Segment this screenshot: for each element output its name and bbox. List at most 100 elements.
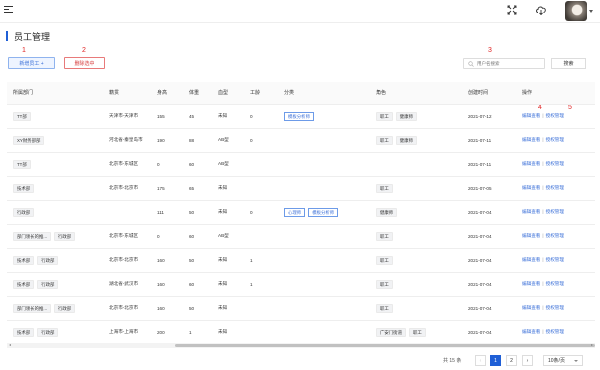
table-row: TT部 天津市-天津市 155 45 未知 0 模板分析师 职工 健康师 2021-07-12 编辑… <box>7 104 595 129</box>
chevron-down-icon[interactable] <box>589 10 593 13</box>
tag: 行政部 <box>13 207 35 217</box>
height-cell: 111 <box>151 200 183 225</box>
category-tag: 心理师 <box>284 207 306 217</box>
op-separator: | <box>542 113 544 118</box>
page-1-button[interactable]: 1 <box>490 355 501 366</box>
fullscreen-icon[interactable] <box>507 5 517 15</box>
edit-view-link[interactable]: 编辑查看 <box>522 161 540 166</box>
dept-cell: 技术部 <box>7 176 103 201</box>
table-row: 部门领长的推... 行政部 北京市-北京市 160 50 未知 职工 2021-07-04 编辑… <box>7 296 595 321</box>
page-size-select[interactable]: 10条/页 <box>543 355 583 366</box>
op-separator: | <box>542 233 544 238</box>
dept-cell: 技术部 行政部 <box>7 248 103 273</box>
edit-view-link[interactable]: 编辑查看 <box>522 257 540 262</box>
category-cell: 模板分析师 <box>278 104 370 129</box>
search-input[interactable] <box>477 61 541 66</box>
scrollbar-thumb[interactable] <box>175 344 595 347</box>
auth-manage-link[interactable]: 授权管理 <box>546 305 564 310</box>
menu-fold-icon[interactable] <box>4 6 13 14</box>
scroll-right-icon[interactable] <box>591 344 593 346</box>
origin-cell: 湖北省-武汉市 <box>103 272 151 297</box>
column-header: 工龄 <box>244 82 278 105</box>
tag: 职工 <box>376 255 393 265</box>
edit-view-link[interactable]: 编辑查看 <box>522 185 540 190</box>
weight-cell: 50 <box>183 200 212 225</box>
work-years-cell <box>244 176 278 201</box>
category-cell <box>278 176 370 201</box>
next-page-button[interactable]: › <box>522 355 533 366</box>
work-years-cell: 0 <box>244 200 278 225</box>
created-time-cell: 2021-07-04 <box>462 296 516 321</box>
tag: 行政部 <box>37 327 59 337</box>
edit-view-link[interactable]: 编辑查看 <box>522 233 540 238</box>
blood-type-cell: 未知 <box>212 272 244 297</box>
op-separator: | <box>542 305 544 310</box>
auth-manage-link[interactable]: 授权管理 <box>546 233 564 238</box>
blood-type-cell: 未知 <box>212 104 244 129</box>
header-divider <box>0 22 600 23</box>
operations-cell: 编辑查看 | 授权管理 <box>516 176 595 201</box>
edit-view-link[interactable]: 编辑查看 <box>522 281 540 286</box>
op-separator: | <box>542 209 544 214</box>
avatar[interactable] <box>565 1 587 21</box>
table-row: 技术部 行政部 上海市-上海市 200 1 未知 广安门街道 职工 2021-07-04 编辑查看… <box>7 320 595 340</box>
blood-type-cell: 未知 <box>212 176 244 201</box>
operations-cell: 编辑查看 | 授权管理 <box>516 200 595 225</box>
category-tag: 模板分析师 <box>284 111 314 121</box>
cloud-download-icon[interactable] <box>535 4 547 16</box>
weight-cell: 1 <box>183 320 212 340</box>
edit-view-link[interactable]: 编辑查看 <box>522 329 540 334</box>
created-time-cell: 2021-07-04 <box>462 248 516 273</box>
search-button[interactable]: 搜索 <box>551 58 586 69</box>
auth-manage-link[interactable]: 授权管理 <box>546 161 564 166</box>
delete-selected-button[interactable]: 删除选中 <box>64 57 105 69</box>
roles-cell: 职工 <box>370 296 462 321</box>
dept-cell: 技术部 行政部 <box>7 272 103 297</box>
auth-manage-link[interactable]: 授权管理 <box>546 137 564 142</box>
auth-manage-link[interactable]: 授权管理 <box>546 113 564 118</box>
dept-cell: XY财务部部 <box>7 128 103 153</box>
auth-manage-link[interactable]: 授权管理 <box>546 185 564 190</box>
weight-cell: 45 <box>183 104 212 129</box>
weight-cell: 88 <box>183 128 212 153</box>
roles-cell <box>370 152 462 177</box>
annotation-2: 2 <box>82 47 86 54</box>
page-2-button[interactable]: 2 <box>506 355 517 366</box>
auth-manage-link[interactable]: 授权管理 <box>546 209 564 214</box>
dept-cell: TT部 <box>7 152 103 177</box>
auth-manage-link[interactable]: 授权管理 <box>546 281 564 286</box>
chevron-down-icon <box>574 360 578 362</box>
op-separator: | <box>542 161 544 166</box>
origin-cell <box>103 200 151 225</box>
scroll-left-icon[interactable] <box>9 344 11 346</box>
dept-cell: 部门领长的推... 行政部 <box>7 224 103 249</box>
edit-view-link[interactable]: 编辑查看 <box>522 113 540 118</box>
created-time-cell: 2021-07-11 <box>462 128 516 153</box>
blood-type-cell: 未知 <box>212 296 244 321</box>
origin-cell: 北京市-东城区 <box>103 224 151 249</box>
column-header: 分类 <box>278 82 370 105</box>
tag: 职工 <box>376 231 393 241</box>
tag: TT部 <box>13 111 31 121</box>
edit-view-link[interactable]: 编辑查看 <box>522 137 540 142</box>
search-box[interactable] <box>463 58 545 69</box>
roles-cell: 职工 健康师 <box>370 104 462 129</box>
auth-manage-link[interactable]: 授权管理 <box>546 329 564 334</box>
prev-page-button[interactable]: ‹ <box>475 355 486 366</box>
work-years-cell <box>244 224 278 249</box>
table-row: 技术部 北京市-北京市 175 65 未知 职工 2021-07-05 编辑查看 | 授权管理 <box>7 176 595 201</box>
edit-view-link[interactable]: 编辑查看 <box>522 305 540 310</box>
category-cell <box>278 128 370 153</box>
table-row: TT部 北京市-东城区 0 60 AB型 2021-07-11 编辑查看 | 授权管理 <box>7 152 595 177</box>
tag: 技术部 <box>13 255 35 265</box>
table-row: 部门领长的推... 行政部 北京市-东城区 0 60 AB型 职工 2021-07-04 编辑查… <box>7 224 595 249</box>
origin-cell: 北京市-北京市 <box>103 248 151 273</box>
auth-manage-link[interactable]: 授权管理 <box>546 257 564 262</box>
title-accent-bar <box>6 31 8 41</box>
edit-view-link[interactable]: 编辑查看 <box>522 209 540 214</box>
column-header: 血型 <box>212 82 244 105</box>
add-employee-button[interactable]: 新增员工 + <box>8 57 55 69</box>
horizontal-scrollbar[interactable] <box>7 343 595 348</box>
origin-cell: 北京市-北京市 <box>103 176 151 201</box>
blood-type-cell: 未知 <box>212 200 244 225</box>
